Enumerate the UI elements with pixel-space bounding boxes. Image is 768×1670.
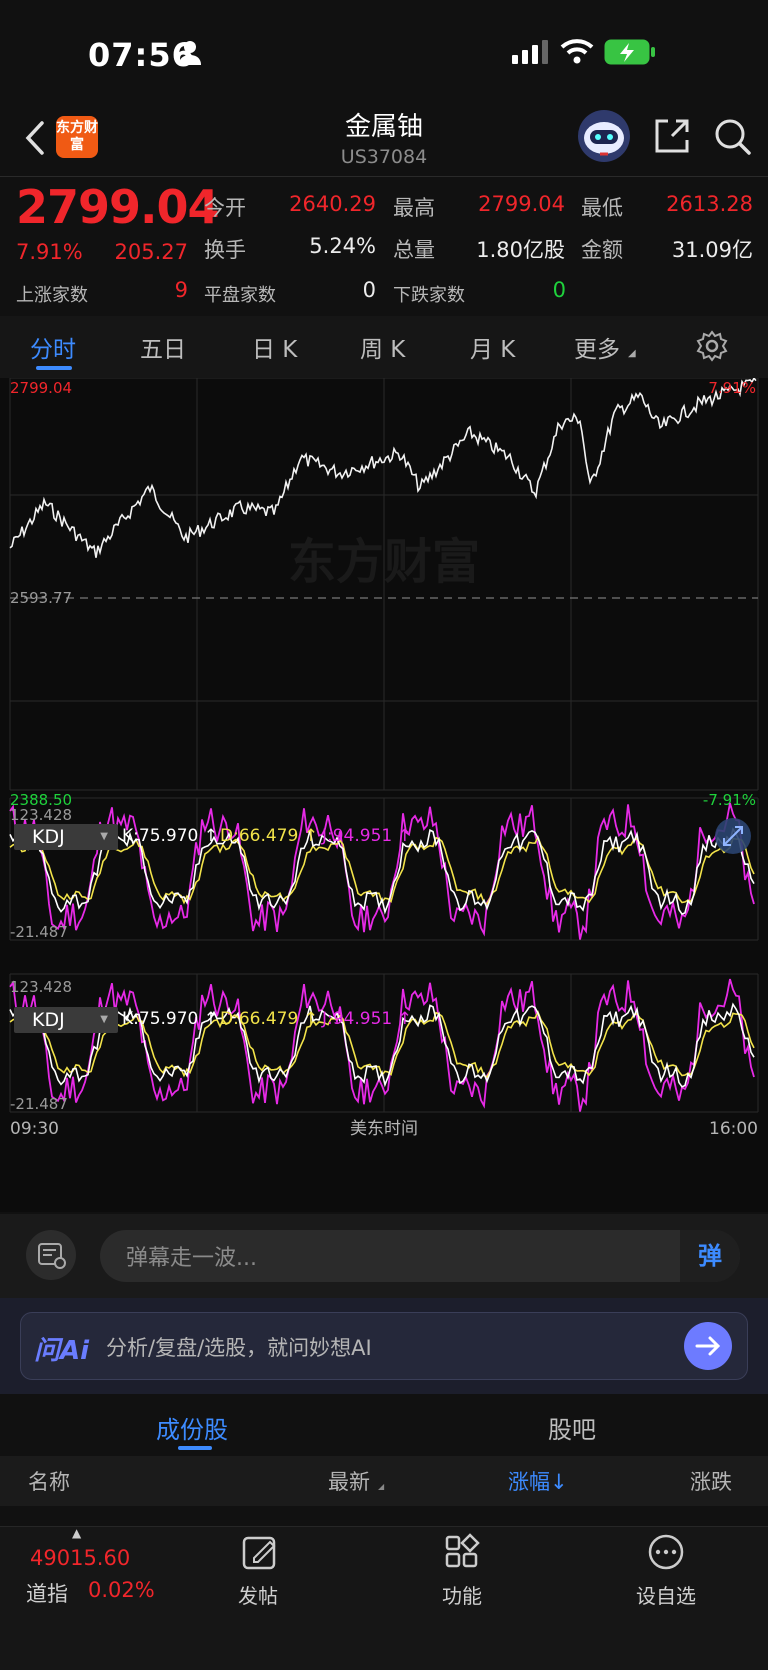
danmaku-settings-button[interactable] <box>26 1230 76 1280</box>
kdj2-k-value: K:75.970 ↑ <box>122 1009 219 1029</box>
open-label: 今开 <box>204 196 246 220</box>
nav-functions-label[interactable]: 功能 <box>442 1580 482 1609</box>
amount-value: 31.09亿 <box>671 238 753 262</box>
time-zone-label: 美东时间 <box>350 1119 418 1139</box>
up-count-label: 上涨家数 <box>16 285 88 306</box>
kdj1-min-label: -21.487 <box>10 923 68 941</box>
danmaku-icon <box>38 1243 66 1269</box>
y-max-label: 2799.04 <box>10 379 72 397</box>
index-name: 道指 <box>26 1582 68 1606</box>
down-count-value: 0 <box>552 278 566 302</box>
post-icon[interactable] <box>240 1532 280 1572</box>
intraday-chart[interactable]: 东方财富 2799.04 7.91% 2593.77 2388.50 -7.91… <box>0 378 768 1212</box>
down-count-label: 下跌家数 <box>393 285 465 306</box>
kdj1-j-value: J:94.951 ↑ <box>322 826 412 846</box>
baseline-label: 2593.77 <box>10 589 72 607</box>
functions-icon[interactable] <box>442 1532 482 1572</box>
turnover-label: 换手 <box>204 238 246 262</box>
flat-count-value: 0 <box>362 278 376 302</box>
amount-label: 金额 <box>581 238 623 262</box>
open-value: 2640.29 <box>289 192 376 216</box>
high-label: 最高 <box>393 196 435 220</box>
time-end: 16:00 <box>709 1119 758 1139</box>
tab-daily-k[interactable]: 日 K <box>252 330 297 364</box>
current-price: 2799.04 <box>16 180 220 234</box>
wifi-icon <box>560 39 594 64</box>
share-icon[interactable] <box>652 116 692 156</box>
kdj1-d-value: D:66.479 ↑ <box>220 826 318 846</box>
kdj1-k-value: K:75.970 ↑ <box>122 826 219 846</box>
kdj2-j-value: J:94.951 ↑ <box>322 1009 412 1029</box>
header-divider <box>0 176 768 177</box>
time-start: 09:30 <box>10 1119 59 1139</box>
tab-five-day[interactable]: 五日 <box>140 330 186 364</box>
volume-value: 1.80亿股 <box>476 238 565 262</box>
watermark: 东方财富 <box>288 534 480 590</box>
flat-count-label: 平盘家数 <box>204 285 276 306</box>
sort-caret-icon: ◢ <box>378 1482 385 1491</box>
more-dots-icon[interactable] <box>646 1532 686 1572</box>
danmaku-placeholder: 弹幕走一波... <box>126 1246 257 1271</box>
change-pct: 7.91% <box>16 240 83 264</box>
tab-more[interactable]: 更多 <box>574 330 620 364</box>
up-count-value: 9 <box>174 278 188 302</box>
ai-prompt: 分析/复盘/选股，就问妙想AI <box>106 1336 372 1360</box>
indicator-select-2[interactable]: KDJ <box>14 1007 118 1033</box>
kdj2-max-label: 123.428 <box>10 978 72 996</box>
index-value[interactable]: 49015.60 <box>30 1546 130 1570</box>
volume-label: 总量 <box>393 238 435 262</box>
col-change[interactable]: 涨跌 <box>690 1466 768 1496</box>
bottom-tab-underline <box>178 1446 212 1450</box>
y-max-pct: 7.91% <box>708 379 756 397</box>
more-caret-icon: ◢ <box>628 348 636 359</box>
tab-forum[interactable]: 股吧 <box>548 1410 596 1445</box>
tab-intraday[interactable]: 分时 <box>30 330 76 364</box>
indicator-select-1[interactable]: KDJ <box>14 824 118 850</box>
change-amount: 205.27 <box>114 240 188 264</box>
low-value: 2613.28 <box>666 192 753 216</box>
col-name[interactable]: 名称 <box>28 1466 70 1496</box>
tab-underline <box>36 366 72 370</box>
battery-icon <box>604 39 655 65</box>
search-icon[interactable] <box>712 116 752 156</box>
kdj1-max-label: 123.428 <box>10 806 72 824</box>
turnover-value: 5.24% <box>309 234 376 258</box>
ai-assistant-avatar[interactable] <box>578 110 630 162</box>
col-change-pct[interactable]: 涨幅↓ <box>508 1466 568 1496</box>
settings-gear-icon[interactable] <box>696 330 728 362</box>
danmaku-send-button[interactable]: 弹 <box>680 1230 740 1282</box>
high-value: 2799.04 <box>478 192 565 216</box>
table-header <box>0 1456 768 1506</box>
arrow-right-icon <box>695 1336 721 1356</box>
nav-add-watchlist-label[interactable]: 设自选 <box>636 1580 696 1609</box>
kdj2-d-value: D:66.479 ↑ <box>220 1009 318 1029</box>
tab-weekly-k[interactable]: 周 K <box>360 330 405 364</box>
col-latest[interactable]: 最新 <box>328 1466 370 1496</box>
tab-constituents[interactable]: 成份股 <box>156 1410 228 1445</box>
person-icon <box>179 41 201 65</box>
nav-post-label[interactable]: 发帖 <box>238 1580 278 1609</box>
signal-icon <box>512 40 548 64</box>
kdj2-min-label: -21.487 <box>10 1095 68 1113</box>
tab-monthly-k[interactable]: 月 K <box>470 330 515 364</box>
index-pct: 0.02% <box>88 1578 155 1602</box>
collapse-up-icon[interactable]: ▲ <box>72 1526 81 1540</box>
ai-submit-button[interactable] <box>684 1322 732 1370</box>
ai-logo: 问Ai <box>34 1336 90 1366</box>
low-label: 最低 <box>581 196 623 220</box>
